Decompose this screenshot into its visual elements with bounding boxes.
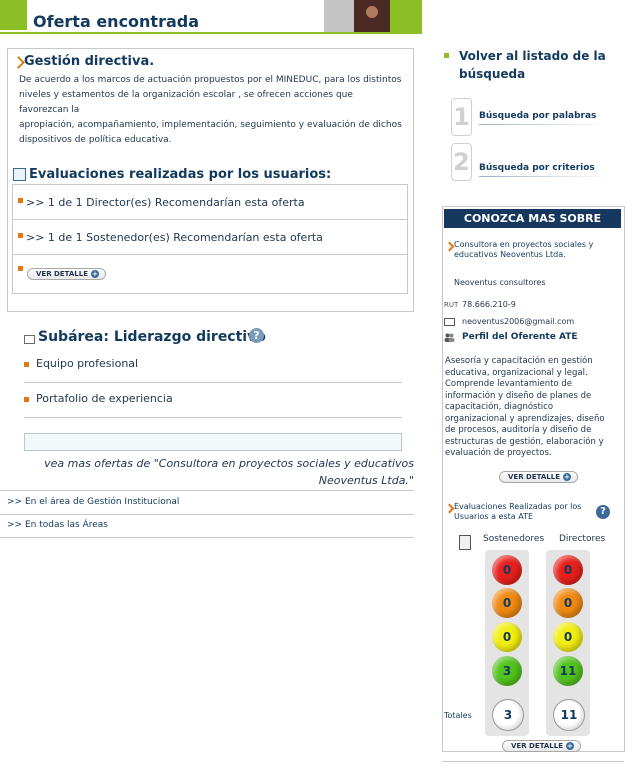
header-photo-figure xyxy=(366,6,378,18)
consultora-line[interactable]: Consultora en proyectos sociales y xyxy=(454,240,620,250)
description-line: apropiación, acompañamiento, implementac… xyxy=(19,120,402,130)
perfil-line: de procesos, auditoría y diseño de xyxy=(445,425,592,435)
area-link-label[interactable]: >> En el área de Gestión Institucional xyxy=(7,497,179,507)
dir-orange-light: 0 xyxy=(553,588,583,618)
perfil-description: Asesoría y capacitación en gestión educa… xyxy=(445,356,621,460)
ver-detalle-label: VER DETALLE xyxy=(508,473,560,481)
mail-icon xyxy=(444,318,455,326)
search-by-words-link[interactable]: Búsqueda por palabras xyxy=(479,111,596,121)
perfil-line: evaluación de proyectos. xyxy=(445,448,552,458)
users-icon xyxy=(444,333,455,342)
perfil-line: capacitación, diagnóstico xyxy=(445,402,554,412)
conozca-title: CONOZCA MAS SOBRE xyxy=(444,209,621,228)
header-photo xyxy=(354,0,390,32)
evaluation-row[interactable]: >> 1 de 1 Director(es) Recomendarían est… xyxy=(12,184,408,219)
subarea-item-label[interactable]: Portafolio de experiencia xyxy=(36,392,173,405)
more-offers-link[interactable]: vea mas ofertas de "Consultora en proyec… xyxy=(40,455,414,489)
help-icon[interactable]: ? xyxy=(596,505,610,519)
header-gray-block xyxy=(324,0,354,32)
sost-red-light: 0 xyxy=(492,555,522,585)
step-divider xyxy=(479,176,609,177)
plus-icon: + xyxy=(562,473,571,481)
area-link-gestion[interactable]: >> En el área de Gestión Institucional xyxy=(0,490,414,515)
perfil-line: Comprende levantamiento de xyxy=(445,379,572,389)
bullet-icon xyxy=(444,53,449,58)
evaluation-row[interactable]: >> 1 de 1 Sostenedor(es) Recomendarían e… xyxy=(12,219,408,254)
evaluation-directors[interactable]: >> 1 de 1 Director(es) Recomendarían est… xyxy=(26,196,305,209)
totales-label: Totales xyxy=(444,711,472,720)
header-green-block xyxy=(390,0,422,32)
back-link-line[interactable]: búsqueda xyxy=(459,65,619,83)
description-line: De acuerdo a los marcos de actuación pro… xyxy=(19,75,402,85)
sost-yellow-light: 0 xyxy=(492,622,522,652)
plus-icon: + xyxy=(90,270,99,278)
bullet-icon xyxy=(24,397,29,402)
more-offers-line[interactable]: Neoventus Ltda." xyxy=(40,472,414,489)
dir-total: 11 xyxy=(553,699,585,731)
subarea-item[interactable]: Equipo profesional xyxy=(24,348,402,383)
col-sostenedores-header: Sostenedores xyxy=(483,534,545,544)
evaluations-link-line[interactable]: Evaluaciones Realizadas por los xyxy=(454,502,594,512)
step-number-2: 2 xyxy=(451,143,472,181)
email-value[interactable]: neoventus2006@gmail.com xyxy=(462,317,574,326)
back-link-line[interactable]: Volver al listado de la xyxy=(459,47,619,65)
ver-detalle-button[interactable]: VER DETALLE + xyxy=(27,268,106,280)
bullet-icon xyxy=(18,233,23,238)
consultora-link[interactable]: Consultora en proyectos sociales y educa… xyxy=(454,240,620,260)
evaluations-link[interactable]: Evaluaciones Realizadas por los Usuarios… xyxy=(454,502,594,522)
dir-red-light: 0 xyxy=(553,555,583,585)
more-offers-line[interactable]: vea mas ofertas de "Consultora en proyec… xyxy=(40,455,414,472)
ver-detalle-label: VER DETALLE xyxy=(511,742,563,750)
subarea-item-label[interactable]: Equipo profesional xyxy=(36,357,138,370)
perfil-line: Asesoría y capacitación en gestión xyxy=(445,356,593,366)
area-link-todas[interactable]: >> En todas las Áreas xyxy=(0,514,414,538)
bullet-icon xyxy=(18,198,23,203)
ver-detalle-button[interactable]: VER DETALLE + xyxy=(499,471,578,483)
ver-detalle-label: VER DETALLE xyxy=(36,270,88,278)
evaluation-sostenedores[interactable]: >> 1 de 1 Sostenedor(es) Recomendarían e… xyxy=(26,231,323,244)
checkbox-icon xyxy=(24,335,35,344)
dir-green-light: 11 xyxy=(553,656,583,686)
panel-bottom-divider xyxy=(442,761,624,762)
dir-yellow-light: 0 xyxy=(553,622,583,652)
perfil-line: educativa, organizacional y legal. xyxy=(445,367,588,378)
evaluation-detail-row: VER DETALLE + xyxy=(12,254,408,294)
evaluation-icon xyxy=(13,168,26,181)
perfil-line: información y diseño de planes de xyxy=(445,390,592,401)
rut-value: 78.666.210-9 xyxy=(462,300,516,309)
bullet-icon xyxy=(24,362,29,367)
rut-label: RUT xyxy=(444,301,459,309)
bullet-icon xyxy=(18,266,23,271)
gestion-description: De acuerdo a los marcos de actuación pro… xyxy=(19,73,404,148)
subarea-item[interactable]: Portafolio de experiencia xyxy=(24,383,402,418)
sost-orange-light: 0 xyxy=(492,588,522,618)
perfil-line: estructuras de gestión, elaboración y xyxy=(445,436,604,447)
sost-green-light: 3 xyxy=(492,656,522,686)
subarea-title: Subárea: Liderazgo directivo xyxy=(38,329,266,345)
description-line: dispositivos de política educativa. xyxy=(19,135,172,145)
evaluations-title: Evaluaciones realizadas por los usuarios… xyxy=(29,167,332,182)
col-directores-header: Directores xyxy=(559,534,606,544)
evaluations-link-line[interactable]: Usuarios a esta ATE xyxy=(454,512,594,522)
perfil-line: organizacional y aprendizajes, diseño xyxy=(445,413,605,424)
back-to-results-link[interactable]: Volver al listado de la búsqueda xyxy=(459,47,619,83)
header-accent-bar xyxy=(0,0,27,30)
provider-name: Neoventus consultores xyxy=(454,278,546,287)
header-underline xyxy=(0,32,422,34)
search-by-criteria-link[interactable]: Búsqueda por criterios xyxy=(479,163,595,173)
ver-detalle-button[interactable]: VER DETALLE + xyxy=(502,740,581,752)
subarea-empty-field xyxy=(24,433,402,451)
sost-total: 3 xyxy=(492,699,524,731)
page-title: Oferta encontrada xyxy=(33,12,200,31)
step-number-1: 1 xyxy=(451,98,472,136)
description-line: niveles y estamentos de la organización … xyxy=(19,90,353,115)
step-divider xyxy=(479,124,609,125)
consultora-line[interactable]: educativos Neoventus Ltda. xyxy=(454,250,620,260)
help-icon[interactable]: ? xyxy=(249,328,264,343)
gestion-title: Gestión directiva. xyxy=(24,54,155,69)
document-icon xyxy=(459,535,471,550)
area-link-label[interactable]: >> En todas las Áreas xyxy=(7,520,108,530)
perfil-title: Perfil del Oferente ATE xyxy=(462,332,578,342)
plus-icon: + xyxy=(565,742,574,750)
